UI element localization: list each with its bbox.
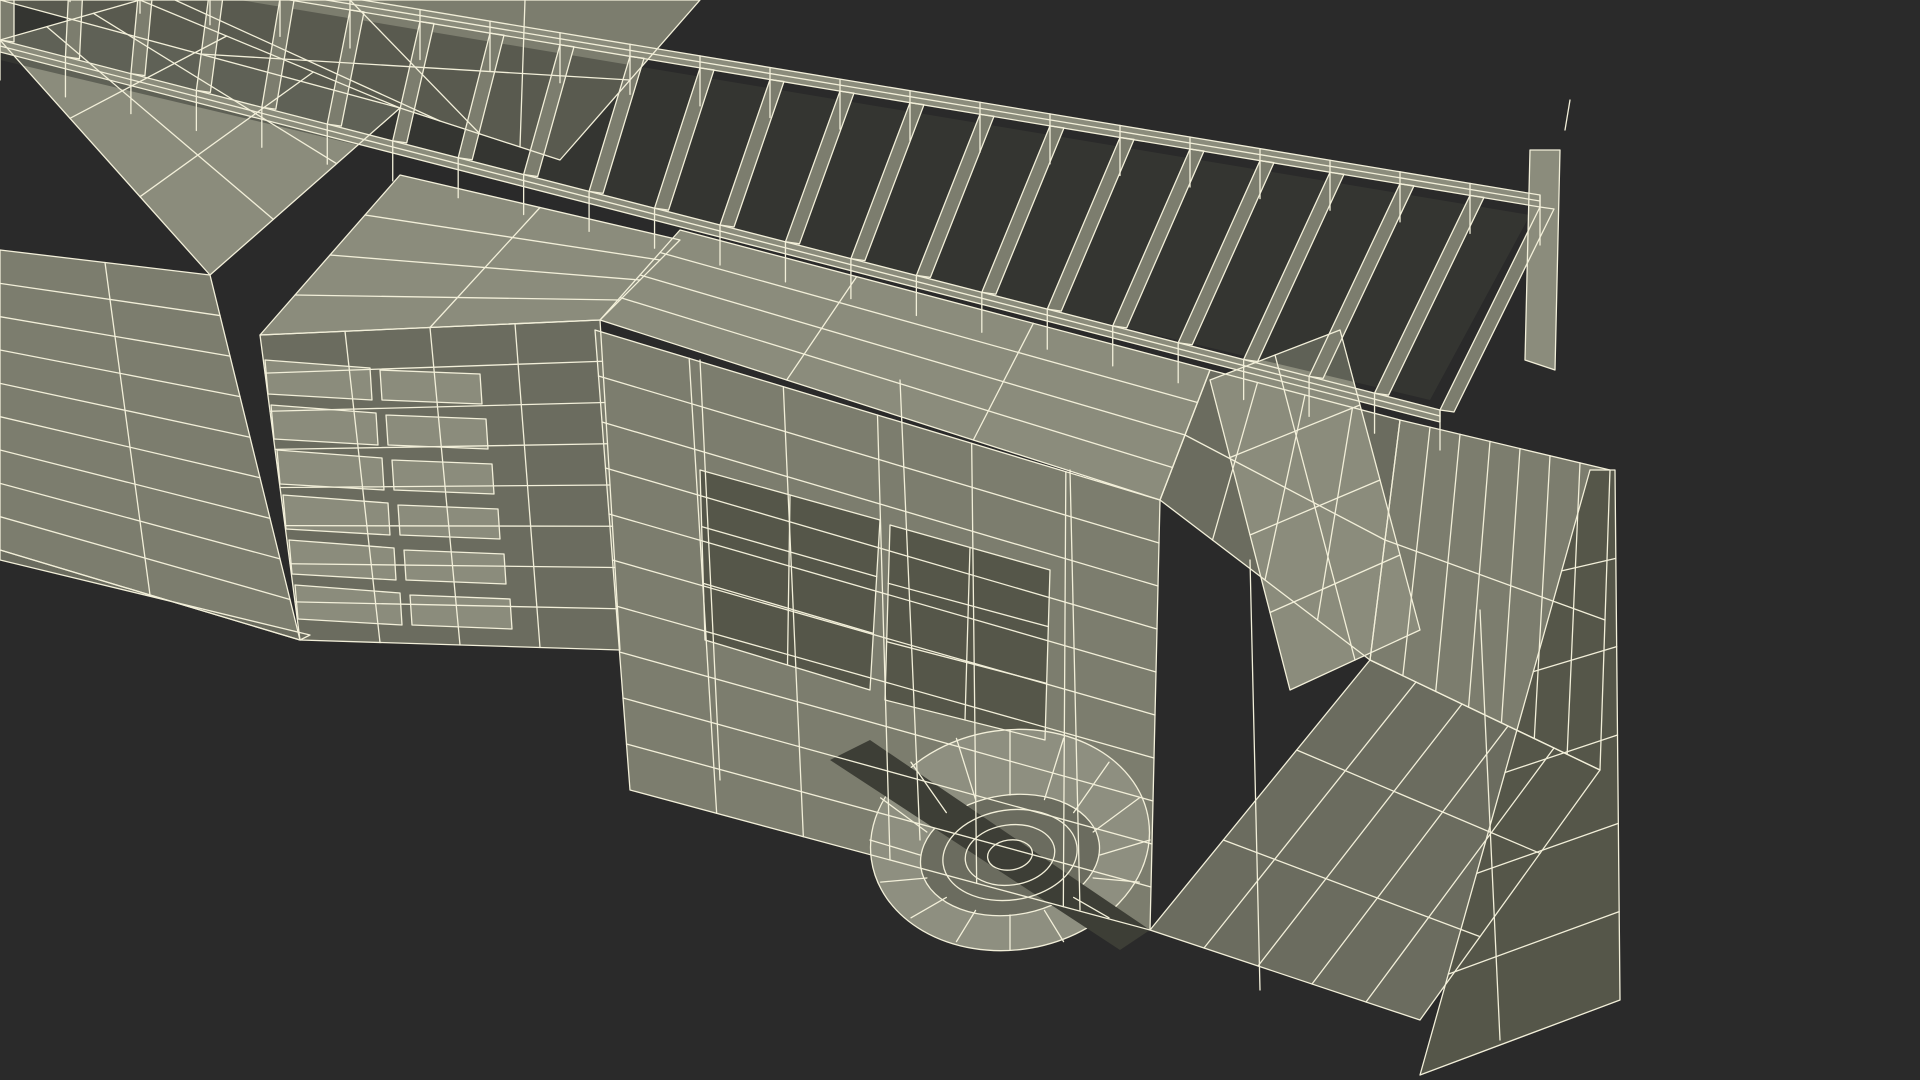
ladder-end-post — [1525, 150, 1560, 370]
3d-viewport[interactable] — [0, 0, 1920, 1080]
drawer-block — [404, 550, 506, 584]
fire-truck-model — [0, 0, 1621, 1076]
antenna-edge — [1564, 99, 1571, 131]
rear-compartment-side — [0, 250, 300, 640]
drawer-block — [386, 415, 488, 449]
model-faces — [0, 0, 1620, 1075]
ladder-rung — [0, 0, 14, 42]
drawer-block — [410, 595, 512, 629]
drawer-block — [380, 370, 482, 404]
middle-compartment-side-edge-v — [284, 524, 614, 527]
